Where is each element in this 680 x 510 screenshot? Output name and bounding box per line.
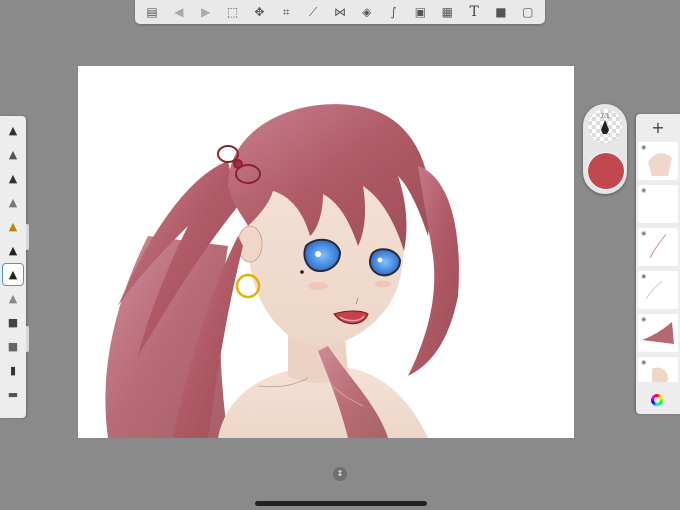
brush-pencil-tool[interactable]: ▲	[3, 120, 23, 141]
layer-thumb-2[interactable]: ◉	[638, 185, 678, 223]
brush-paintbrush-icon: ▲	[8, 244, 18, 257]
layer-thumb-4[interactable]: ◉	[638, 271, 678, 309]
video-icon[interactable]: ■	[492, 3, 510, 21]
fill-icon[interactable]: ◈	[358, 3, 376, 21]
symmetry-icon[interactable]: ⋈	[331, 3, 349, 21]
brush-palette: ▲ ▲ ▲ ▲ ▲ ▲ ▲ ▲ ■ ■ ▮ ▬	[0, 116, 26, 418]
brush-fill[interactable]: ▮	[3, 360, 23, 381]
brush-pencil-icon: ▲	[8, 148, 18, 161]
brush-blender[interactable]: ■	[3, 312, 23, 333]
fullscreen-icon[interactable]: ▢	[519, 3, 537, 21]
visibility-eye-icon[interactable]: ◉	[641, 273, 646, 280]
brush-pencil-tool-icon: ▲	[8, 124, 18, 137]
brush-ink[interactable]: ▲	[2, 263, 24, 286]
selection-icon[interactable]: ⬚	[224, 3, 242, 21]
curve-icon[interactable]: ∫	[385, 3, 403, 21]
brush-ink-icon: ▲	[8, 268, 18, 281]
ruler-icon[interactable]: ⟋	[304, 3, 322, 21]
layers-panel: + ◉ ◉ ◉ ◉ ◉ ◉	[636, 114, 680, 414]
layer-list: ◉ ◉ ◉ ◉ ◉ ◉	[636, 142, 680, 382]
visibility-eye-icon[interactable]: ◉	[641, 187, 646, 194]
brush-marker-icon: ▲	[8, 196, 18, 209]
brush-size-slider[interactable]: 7.1	[588, 109, 622, 143]
visibility-eye-icon[interactable]: ◉	[641, 230, 646, 237]
top-toolbar: ▤ ◀ ▶ ⬚ ✥ ⌗ ⟋ ⋈ ◈ ∫ ▣ ▦ T ■ ▢	[135, 0, 545, 24]
layer-thumb-6[interactable]: ◉	[638, 357, 678, 382]
brush-fill-icon: ▮	[9, 364, 17, 377]
brush-smudge-icon: ■	[7, 340, 19, 353]
brush-texture-icon: ▬	[7, 388, 19, 401]
transform-icon[interactable]: ✥	[250, 3, 268, 21]
brush-blender-icon: ■	[7, 316, 19, 329]
artwork	[105, 104, 459, 438]
visibility-eye-icon[interactable]: ◉	[641, 359, 646, 366]
brush-texture[interactable]: ▬	[3, 384, 23, 405]
color-puck: 7.1	[583, 104, 627, 194]
brush-airbrush[interactable]: ▲	[3, 216, 23, 237]
brush-paintbrush[interactable]: ▲	[3, 240, 23, 261]
image-icon[interactable]: ▣	[411, 3, 429, 21]
brush-pencil[interactable]: ▲	[3, 144, 23, 165]
redo-icon[interactable]: ▶	[197, 3, 215, 21]
crop-icon[interactable]: ⌗	[277, 3, 295, 21]
text-icon[interactable]: T	[465, 3, 483, 21]
brush-airbrush-icon: ▲	[8, 220, 18, 233]
brush-marker[interactable]: ▲	[3, 192, 23, 213]
brush-size-value: 7.1	[600, 113, 610, 120]
current-color-swatch[interactable]	[587, 152, 625, 190]
brush-pen-icon: ▲	[8, 172, 18, 185]
layer-thumb-5[interactable]: ◉	[638, 314, 678, 352]
add-layer-button[interactable]: +	[636, 114, 680, 140]
palette-tab-lower[interactable]	[26, 326, 29, 352]
brush-eraser[interactable]: ▲	[3, 288, 23, 309]
brush-smudge[interactable]: ■	[3, 336, 23, 357]
brush-pen[interactable]: ▲	[3, 168, 23, 189]
home-indicator[interactable]	[255, 501, 427, 506]
gallery-icon[interactable]: ▤	[143, 3, 161, 21]
brush-tip-icon	[601, 120, 609, 134]
undo-icon[interactable]: ◀	[170, 3, 188, 21]
drawing-canvas[interactable]	[78, 66, 574, 438]
color-wheel-icon[interactable]	[651, 394, 663, 406]
layer-thumb-3[interactable]: ◉	[638, 228, 678, 266]
perspective-icon[interactable]: ▦	[438, 3, 456, 21]
chevron-up-down-icon: ⇕	[336, 469, 344, 478]
canvas-handle[interactable]: ⇕	[333, 467, 347, 481]
brush-eraser-icon: ▲	[8, 292, 18, 305]
visibility-eye-icon[interactable]: ◉	[641, 316, 646, 323]
palette-tab-upper[interactable]	[26, 224, 29, 250]
visibility-eye-icon[interactable]: ◉	[641, 144, 646, 151]
beauty-mark	[300, 270, 304, 274]
layer-thumb-1[interactable]: ◉	[638, 142, 678, 180]
